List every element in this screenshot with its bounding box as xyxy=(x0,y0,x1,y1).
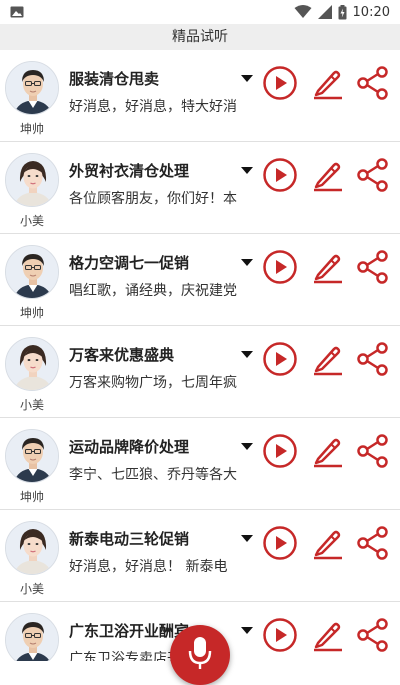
edit-icon xyxy=(310,530,346,565)
share-icon xyxy=(355,526,391,565)
item-title: 服装清仓甩卖 xyxy=(69,70,160,88)
play-icon xyxy=(262,158,298,197)
item-description: 各位顾客朋友，你们好！本 xyxy=(69,191,237,207)
wifi-icon xyxy=(294,5,312,18)
item-title: 新泰电动三轮促销 xyxy=(69,530,190,548)
play-button[interactable] xyxy=(262,65,298,101)
share-button[interactable] xyxy=(355,525,391,561)
share-icon xyxy=(355,434,391,473)
list-item[interactable]: 坤帅 运动品牌降价处理李宁、七匹狼、乔丹等各大 xyxy=(0,418,400,510)
share-button[interactable] xyxy=(355,157,391,193)
play-icon xyxy=(262,250,298,289)
item-title: 格力空调七一促销 xyxy=(69,254,190,272)
avatar xyxy=(5,153,59,207)
play-button[interactable] xyxy=(262,433,298,469)
share-icon xyxy=(355,618,391,657)
share-icon xyxy=(355,158,391,197)
list-item[interactable]: 小美 外贸衬衣清仓处理各位顾客朋友，你们好！本 xyxy=(0,142,400,234)
list-item[interactable]: 小美 万客来优惠盛典万客来购物广场，七周年疯 xyxy=(0,326,400,418)
avatar xyxy=(5,429,59,483)
battery-charging-icon xyxy=(338,4,347,19)
play-icon xyxy=(262,526,298,565)
item-description: 李宁、七匹狼、乔丹等各大 xyxy=(69,467,237,483)
avatar xyxy=(5,613,59,661)
expand-caret-icon[interactable] xyxy=(241,443,253,450)
item-title: 外贸衬衣清仓处理 xyxy=(69,162,190,180)
speaker-name: 小美 xyxy=(19,398,44,412)
expand-caret-icon[interactable] xyxy=(241,259,253,266)
item-title: 广东卫浴开业酬宾 xyxy=(69,622,190,640)
play-icon xyxy=(262,434,298,473)
play-icon xyxy=(262,66,298,105)
item-description: 好消息，好消息！ 新泰电 xyxy=(69,559,228,575)
share-button[interactable] xyxy=(355,249,391,285)
edit-icon xyxy=(310,346,346,381)
avatar xyxy=(5,245,59,299)
expand-caret-icon[interactable] xyxy=(241,351,253,358)
edit-icon xyxy=(310,70,346,105)
edit-button[interactable] xyxy=(310,249,346,285)
expand-caret-icon[interactable] xyxy=(241,75,253,82)
edit-icon xyxy=(310,162,346,197)
edit-button[interactable] xyxy=(310,157,346,193)
page-title: 精品试听 xyxy=(0,24,400,50)
avatar xyxy=(5,61,59,115)
share-button[interactable] xyxy=(355,617,391,653)
edit-icon xyxy=(310,622,346,657)
play-button[interactable] xyxy=(262,157,298,193)
play-icon xyxy=(262,618,298,657)
edit-button[interactable] xyxy=(310,617,346,653)
edit-button[interactable] xyxy=(310,525,346,561)
expand-caret-icon[interactable] xyxy=(241,535,253,542)
edit-button[interactable] xyxy=(310,65,346,101)
speaker-name: 坤帅 xyxy=(19,122,44,136)
speaker-name: 小美 xyxy=(19,214,44,228)
avatar xyxy=(5,521,59,575)
list-item[interactable]: 坤帅 服装清仓甩卖好消息，好消息，特大好消 xyxy=(0,50,400,142)
play-button[interactable] xyxy=(262,525,298,561)
edit-button[interactable] xyxy=(310,433,346,469)
speaker-name: 小美 xyxy=(19,582,44,596)
status-bar: 10:20 xyxy=(0,0,400,24)
expand-caret-icon[interactable] xyxy=(241,627,253,634)
signal-icon xyxy=(317,5,332,19)
image-icon xyxy=(10,6,24,18)
play-button[interactable] xyxy=(262,341,298,377)
expand-caret-icon[interactable] xyxy=(241,167,253,174)
edit-icon xyxy=(310,438,346,473)
share-icon xyxy=(355,250,391,289)
play-button[interactable] xyxy=(262,249,298,285)
edit-icon xyxy=(310,254,346,289)
microphone-icon xyxy=(188,637,212,669)
share-icon xyxy=(355,342,391,381)
share-icon xyxy=(355,66,391,105)
list-item[interactable]: 小美 新泰电动三轮促销好消息，好消息！ 新泰电 xyxy=(0,510,400,602)
item-title: 万客来优惠盛典 xyxy=(69,346,175,364)
avatar xyxy=(5,337,59,391)
play-button[interactable] xyxy=(262,617,298,653)
item-title: 运动品牌降价处理 xyxy=(69,438,190,456)
play-icon xyxy=(262,342,298,381)
item-description: 广东卫浴专卖店开业 xyxy=(69,651,195,661)
item-description: 万客来购物广场，七周年疯 xyxy=(69,375,237,391)
record-fab-button[interactable] xyxy=(170,625,230,685)
edit-button[interactable] xyxy=(310,341,346,377)
speaker-name: 坤帅 xyxy=(19,490,44,504)
item-description: 好消息，好消息，特大好消 xyxy=(69,99,237,115)
share-button[interactable] xyxy=(355,65,391,101)
list-item[interactable]: 坤帅 格力空调七一促销唱红歌，诵经典，庆祝建党 xyxy=(0,234,400,326)
clock-time: 10:20 xyxy=(352,4,390,20)
item-description: 唱红歌，诵经典，庆祝建党 xyxy=(69,283,237,299)
speaker-name: 坤帅 xyxy=(19,306,44,320)
share-button[interactable] xyxy=(355,341,391,377)
share-button[interactable] xyxy=(355,433,391,469)
audio-list: 坤帅 服装清仓甩卖好消息，好消息，特大好消小美 外贸衬衣清仓处理各位顾客朋友，你们好… xyxy=(0,50,400,661)
